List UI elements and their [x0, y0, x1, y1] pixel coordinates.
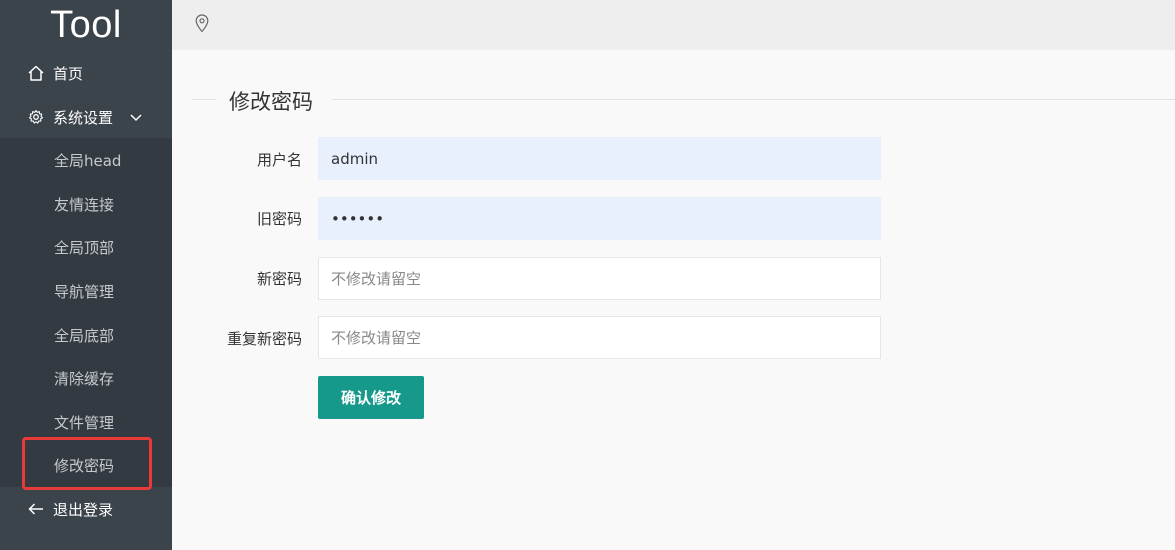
home-icon [25, 64, 47, 82]
sidebar-subitem-navigation[interactable]: 导航管理 [0, 270, 172, 313]
sidebar-subitem-change-password[interactable]: 修改密码 [0, 444, 172, 487]
sidebar-subitem-file-manager[interactable]: 文件管理 [0, 401, 172, 444]
repeat-password-label: 重复新密码 [226, 330, 302, 348]
location-pin-icon[interactable] [194, 13, 210, 37]
username-label: 用户名 [256, 151, 302, 169]
gear-icon [25, 109, 47, 125]
sidebar-subitem-global-top[interactable]: 全局顶部 [0, 226, 172, 269]
top-bar [172, 0, 1175, 50]
sidebar-item-home[interactable]: 首页 [0, 52, 172, 94]
sidebar-item-label: 首页 [53, 64, 84, 83]
username-input[interactable] [318, 137, 881, 180]
confirm-change-button[interactable]: 确认修改 [318, 376, 424, 419]
divider [332, 99, 1175, 100]
repeat-password-input[interactable] [318, 316, 881, 359]
sidebar-subitem-global-head[interactable]: 全局head [0, 139, 172, 182]
sidebar-item-label: 退出登录 [53, 500, 114, 519]
sidebar-subitem-friend-links[interactable]: 友情连接 [0, 183, 172, 226]
new-password-label: 新密码 [256, 270, 302, 288]
sidebar-item-logout[interactable]: 退出登录 [0, 488, 172, 530]
settings-submenu: 全局head 友情连接 全局顶部 导航管理 全局底部 清除缓存 文件管理 修改密… [0, 138, 172, 487]
new-password-input[interactable] [318, 257, 881, 300]
chevron-down-icon [129, 112, 143, 122]
arrow-left-icon [25, 502, 47, 516]
sidebar-item-settings[interactable]: 系统设置 [0, 96, 172, 138]
sidebar: Tool 首页 系统设置 全局head 友情连接 全局顶部 导航管理 全局底部 … [0, 0, 172, 550]
old-password-input[interactable] [318, 197, 881, 240]
divider [192, 99, 216, 100]
sidebar-subitem-global-bottom[interactable]: 全局底部 [0, 314, 172, 357]
sidebar-item-label: 系统设置 [53, 108, 114, 127]
app-logo: Tool [50, 3, 122, 46]
main-content: 修改密码 用户名 旧密码 新密码 重复新密码 确认修改 [172, 50, 1175, 550]
sidebar-subitem-clear-cache[interactable]: 清除缓存 [0, 357, 172, 400]
old-password-label: 旧密码 [256, 210, 302, 228]
page-title: 修改密码 [229, 90, 313, 114]
